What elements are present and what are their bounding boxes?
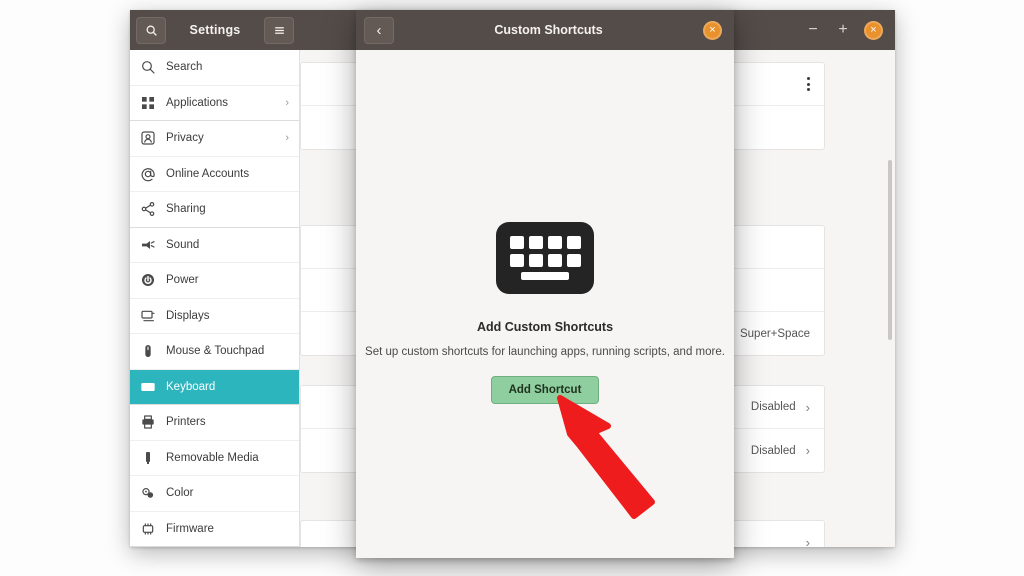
sidebar-item-label: Color [166, 487, 289, 499]
sidebar-item-label: Applications [166, 97, 275, 109]
search-icon [145, 24, 158, 37]
keyboard-icon [139, 378, 156, 395]
chevron-right-icon: › [806, 535, 810, 547]
keyboard-icon-spacebar [521, 272, 569, 280]
dialog-close-button[interactable]: × [703, 21, 722, 40]
monitor-icon [139, 307, 156, 324]
sidebar-item-online-accounts[interactable]: Online Accounts [130, 157, 299, 193]
search-button[interactable] [136, 17, 166, 44]
content-scrollbar[interactable] [888, 160, 892, 340]
sidebar-item-label: Online Accounts [166, 168, 289, 180]
sidebar-item-label: Privacy [166, 132, 275, 144]
sidebar-item-printers[interactable]: Printers [130, 405, 299, 441]
sidebar-item-mouse-touchpad[interactable]: Mouse & Touchpad [130, 334, 299, 370]
sidebar-item-applications[interactable]: Applications › [130, 86, 299, 122]
sidebar-item-removable-media[interactable]: Removable Media [130, 441, 299, 477]
chevron-right-icon: › [806, 443, 810, 458]
speaker-wave-icon [139, 236, 156, 253]
shortcut-value: Disabled [751, 401, 796, 413]
sidebar-item-label: Firmware [166, 523, 289, 535]
close-button[interactable]: × [864, 21, 883, 40]
minimize-button[interactable]: − [804, 22, 822, 38]
share-nodes-icon [139, 201, 156, 218]
color-palette-icon [139, 485, 156, 502]
at-sign-icon [139, 165, 156, 182]
custom-shortcuts-dialog: ‹ Custom Shortcuts × Add Custom Shortcut… [356, 10, 734, 558]
sidebar-item-keyboard[interactable]: Keyboard [130, 370, 299, 406]
sidebar-item-label: Sound [166, 239, 289, 251]
titlebar-left-group: Settings [130, 10, 300, 50]
sidebar-item-displays[interactable]: Displays [130, 299, 299, 335]
printer-icon [139, 414, 156, 431]
dialog-empty-state: Add Custom Shortcuts Set up custom short… [356, 50, 734, 558]
chevron-right-icon: › [285, 97, 289, 109]
sidebar-item-label: Keyboard [166, 381, 289, 393]
dialog-title: Custom Shortcuts [394, 23, 703, 37]
sidebar-item-label: Search [166, 61, 289, 73]
power-icon [139, 272, 156, 289]
chevron-left-icon: ‹ [377, 23, 382, 38]
sidebar-item-sound[interactable]: Sound [130, 228, 299, 264]
hamburger-menu-icon [273, 24, 286, 37]
keyboard-icon-row [510, 236, 581, 249]
sidebar-item-label: Printers [166, 416, 289, 428]
red-pointer-arrow [556, 392, 676, 522]
empty-state-heading: Add Custom Shortcuts [477, 320, 613, 334]
back-button[interactable]: ‹ [364, 17, 394, 44]
window-controls: − + × [775, 10, 895, 50]
dialog-titlebar: ‹ Custom Shortcuts × [356, 10, 734, 50]
search-icon [139, 59, 156, 76]
usb-drive-icon [139, 449, 156, 466]
privacy-shield-icon [139, 130, 156, 147]
sidebar-item-label: Removable Media [166, 452, 289, 464]
overflow-menu-icon[interactable] [807, 77, 810, 91]
chip-icon [139, 520, 156, 537]
sidebar-item-label: Mouse & Touchpad [166, 345, 289, 357]
sidebar-item-sharing[interactable]: Sharing [130, 192, 299, 228]
sidebar-item-firmware[interactable]: Firmware [130, 512, 299, 548]
sidebar-item-label: Displays [166, 310, 289, 322]
sidebar-item-color[interactable]: Color [130, 476, 299, 512]
shortcut-value: Super+Space [740, 328, 810, 340]
sidebar-item-label: Power [166, 274, 289, 286]
window-title: Settings [166, 23, 264, 37]
screen: Settings − + × SearchApplications›Privac… [0, 0, 1024, 576]
shortcut-value: Disabled [751, 445, 796, 457]
mouse-icon [139, 343, 156, 360]
grid-icon [139, 94, 156, 111]
empty-state-description: Set up custom shortcuts for launching ap… [365, 346, 725, 358]
sidebar-item-search[interactable]: Search [130, 50, 299, 86]
sidebar-item-power[interactable]: Power [130, 263, 299, 299]
sidebar-item-privacy[interactable]: Privacy › [130, 121, 299, 157]
keyboard-icon [496, 222, 594, 294]
keyboard-icon-row [510, 254, 581, 267]
maximize-button[interactable]: + [834, 22, 852, 38]
chevron-right-icon: › [806, 400, 810, 415]
sidebar-item-label: Sharing [166, 203, 289, 215]
sidebar: Search Applications › Privacy › Online Accoun… [130, 50, 300, 547]
chevron-right-icon: › [285, 132, 289, 144]
hamburger-menu-button[interactable] [264, 17, 294, 44]
